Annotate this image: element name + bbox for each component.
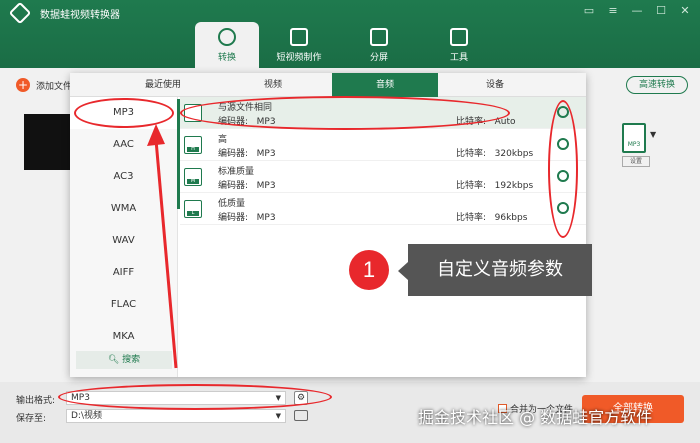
tab-device[interactable]: 设备 xyxy=(442,73,548,97)
quality-low-icon: L xyxy=(184,200,202,218)
preset-bitrate: 比特率: 96kbps xyxy=(456,213,528,223)
format-item-wma[interactable]: WMA xyxy=(70,193,177,225)
title-bar: 数据蛙视频转换器 ▭ ≡ — ☐ ✕ 转换 短视频制作 分屏 工具 xyxy=(0,0,700,72)
highlight-ellipse-output-format xyxy=(58,384,332,410)
chevron-down-icon: ▼ xyxy=(275,412,281,420)
main-nav: 转换 短视频制作 分屏 工具 xyxy=(195,22,499,68)
tab-split-screen[interactable]: 分屏 xyxy=(339,22,419,68)
save-to-select[interactable]: D:\视频 ▼ xyxy=(66,409,286,423)
chevron-down-icon[interactable]: ▼ xyxy=(650,130,656,139)
quality-high-icon: H xyxy=(184,136,202,154)
annotation-callout: 自定义音频参数 xyxy=(408,244,592,296)
tab-video[interactable]: 视频 xyxy=(220,73,326,97)
highlight-ellipse-gears xyxy=(548,100,578,238)
highlight-ellipse-preset xyxy=(180,96,510,130)
preset-name: 高 xyxy=(218,135,228,145)
save-to-label: 保存至: xyxy=(16,414,47,424)
minimize-icon[interactable]: — xyxy=(630,4,644,17)
output-format-icon[interactable]: MP3 xyxy=(622,123,646,153)
video-thumbnail[interactable] xyxy=(24,114,72,170)
format-item-aac[interactable]: AAC xyxy=(70,129,177,161)
format-item-aiff[interactable]: AIFF xyxy=(70,257,177,289)
highlight-ellipse-mp3 xyxy=(74,98,174,128)
preset-name: 低质量 xyxy=(218,199,246,209)
menu-icon[interactable]: ≡ xyxy=(606,4,620,17)
convert-icon xyxy=(218,28,236,46)
tab-recent[interactable]: 最近使用 xyxy=(110,73,216,97)
tab-audio[interactable]: 音频 xyxy=(332,73,438,97)
preset-encoder: 编码器: MP3 xyxy=(218,213,276,223)
format-list: MP3 AAC AC3 WMA WAV AIFF FLAC MKA 🔍︎ 搜索 xyxy=(70,97,178,377)
speed-convert-button[interactable]: 高速转换 xyxy=(626,76,688,94)
tab-convert[interactable]: 转换 xyxy=(195,22,259,68)
annotation-number: 1 xyxy=(349,250,389,290)
preset-encoder: 编码器: MP3 xyxy=(218,149,276,159)
preset-name: 标准质量 xyxy=(218,167,255,177)
preset-row[interactable]: M 标准质量 编码器: MP3 比特率: 192kbps xyxy=(180,161,586,193)
format-tabs: 最近使用 视频 音频 设备 xyxy=(70,73,586,97)
quality-medium-icon: M xyxy=(184,168,202,186)
preset-encoder: 编码器: MP3 xyxy=(218,181,276,191)
folder-icon[interactable] xyxy=(294,410,308,421)
app-title: 数据蛙视频转换器 xyxy=(40,10,120,21)
close-icon[interactable]: ✕ xyxy=(678,4,692,17)
window-controls: ▭ ≡ — ☐ ✕ xyxy=(582,4,692,17)
app-logo-icon xyxy=(8,1,32,25)
preset-row[interactable]: L 低质量 编码器: MP3 比特率: 96kbps xyxy=(180,193,586,225)
watermark: 掘金技术社区 @ 数据蛙官方软件 xyxy=(418,408,653,427)
callout-pointer xyxy=(398,262,408,280)
add-file-button[interactable]: + 添加文件 xyxy=(16,78,72,92)
tab-video-maker[interactable]: 短视频制作 xyxy=(259,22,339,68)
format-item-flac[interactable]: FLAC xyxy=(70,289,177,321)
format-item-ac3[interactable]: AC3 xyxy=(70,161,177,193)
plus-icon: + xyxy=(16,78,30,92)
toolbox-icon xyxy=(450,28,468,46)
maximize-icon[interactable]: ☐ xyxy=(654,4,668,17)
preset-row[interactable]: H 高 编码器: MP3 比特率: 320kbps xyxy=(180,129,586,161)
output-format-label: 输出格式: xyxy=(16,396,56,406)
search-icon: 🔍︎ xyxy=(107,355,120,365)
feedback-icon[interactable]: ▭ xyxy=(582,4,596,17)
format-item-wav[interactable]: WAV xyxy=(70,225,177,257)
preset-bitrate: 比特率: 192kbps xyxy=(456,181,534,191)
format-search-button[interactable]: 🔍︎ 搜索 xyxy=(76,351,172,369)
format-item-mka[interactable]: MKA xyxy=(70,321,177,353)
tab-toolbox[interactable]: 工具 xyxy=(419,22,499,68)
split-screen-icon xyxy=(370,28,388,46)
video-maker-icon xyxy=(290,28,308,46)
preset-bitrate: 比特率: 320kbps xyxy=(456,149,534,159)
output-settings-button[interactable]: 设置 xyxy=(622,156,650,167)
